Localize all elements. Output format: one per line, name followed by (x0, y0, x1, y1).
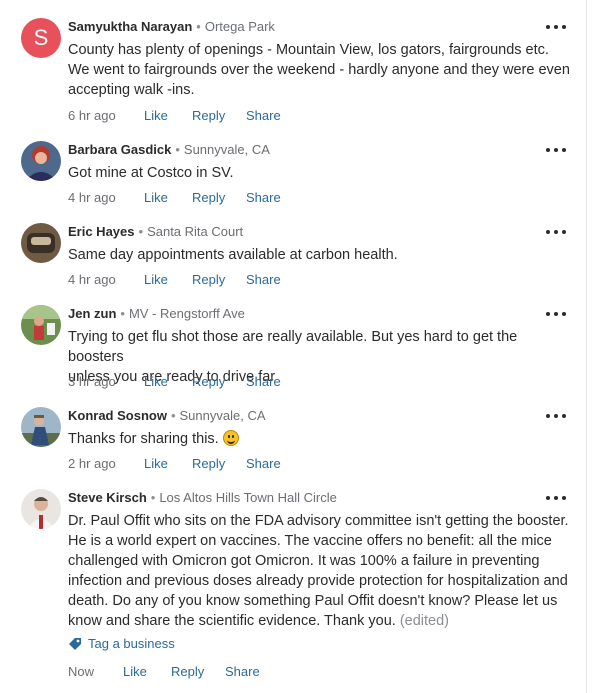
author-name[interactable]: Barbara Gasdick (68, 142, 171, 157)
more-options-icon[interactable] (546, 491, 566, 505)
like-button[interactable]: Like (144, 271, 168, 289)
avatar[interactable] (21, 141, 61, 181)
reply-button[interactable]: Reply (192, 455, 225, 473)
timestamp: 4 hr ago (68, 190, 116, 205)
more-options-icon[interactable] (546, 307, 566, 321)
tag-business-label: Tag a business (88, 636, 175, 651)
reply-button[interactable]: Reply (171, 663, 204, 681)
comment-header: Jen zun • MV - Rengstorff Ave (68, 305, 245, 323)
separator-dot: • (196, 19, 201, 34)
share-button[interactable]: Share (246, 373, 281, 391)
comment-text: Dr. Paul Offit who sits on the FDA advis… (68, 513, 569, 629)
more-options-icon[interactable] (546, 20, 566, 34)
timestamp: 6 hr ago (68, 108, 116, 123)
comment-text: Thanks for sharing this. (68, 429, 573, 449)
share-button[interactable]: Share (246, 455, 281, 473)
avatar[interactable] (21, 489, 61, 529)
smiley-emoji-icon (222, 430, 239, 446)
comment-actions: 4 hr ago Like Reply Share (68, 189, 281, 207)
timestamp: 3 hr ago (68, 374, 116, 389)
timestamp: 4 hr ago (68, 272, 116, 287)
separator-dot: • (170, 408, 176, 423)
share-button[interactable]: Share (246, 107, 281, 125)
like-button[interactable]: Like (144, 373, 168, 391)
reply-button[interactable]: Reply (192, 271, 225, 289)
comment-actions: 4 hr ago Like Reply Share (68, 271, 281, 289)
author-location[interactable]: Ortega Park (205, 19, 275, 34)
comment-actions: 6 hr ago Like Reply Share (68, 107, 281, 125)
timestamp: 2 hr ago (68, 456, 116, 471)
more-options-icon[interactable] (546, 143, 566, 157)
share-button[interactable]: Share (225, 663, 260, 681)
author-name[interactable]: Jen zun (68, 306, 116, 321)
comment-thread: S Samyuktha Narayan • Ortega Park County h… (0, 0, 587, 693)
avatar[interactable]: S (21, 18, 61, 58)
more-options-icon[interactable] (546, 225, 566, 239)
edited-label: (edited) (399, 613, 449, 629)
timestamp: Now (68, 664, 95, 679)
author-name[interactable]: Steve Kirsch (68, 490, 147, 505)
author-location[interactable]: Los Altos Hills Town Hall Circle (159, 490, 337, 505)
comment-header: Eric Hayes • Santa Rita Court (68, 223, 243, 241)
author-location[interactable]: Sunnyvale, CA (180, 408, 266, 423)
author-location[interactable]: MV - Rengstorff Ave (129, 306, 245, 321)
author-location[interactable]: Santa Rita Court (147, 224, 243, 239)
avatar[interactable] (21, 223, 61, 263)
separator-dot: • (150, 490, 156, 505)
author-location[interactable]: Sunnyvale, CA (184, 142, 270, 157)
comment-text: Got mine at Costco in SV. (68, 165, 234, 181)
more-options-icon[interactable] (546, 409, 566, 423)
like-button[interactable]: Like (144, 455, 168, 473)
comment-text: County has plenty of openings - Mountain… (68, 42, 570, 98)
comment-text: Same day appointments available at carbo… (68, 247, 398, 263)
separator-dot: • (138, 224, 144, 239)
like-button[interactable]: Like (123, 663, 147, 681)
comment-actions: 2 hr ago Like Reply Share (68, 455, 281, 473)
comment-header: Steve Kirsch • Los Altos Hills Town Hall C… (68, 489, 337, 507)
tag-business-link[interactable]: Tag a business (68, 635, 175, 653)
reply-button[interactable]: Reply (192, 107, 225, 125)
avatar[interactable] (21, 305, 61, 345)
like-button[interactable]: Like (144, 189, 168, 207)
comment-actions: 3 hr ago Like Reply Share (68, 373, 281, 391)
tag-icon (69, 638, 81, 650)
comment-header: Barbara Gasdick • Sunnyvale, CA (68, 141, 270, 159)
avatar[interactable] (21, 407, 61, 447)
share-button[interactable]: Share (246, 271, 281, 289)
like-button[interactable]: Like (144, 107, 168, 125)
reply-button[interactable]: Reply (192, 189, 225, 207)
comment-header: Konrad Sosnow • Sunnyvale, CA (68, 407, 266, 425)
author-name[interactable]: Konrad Sosnow (68, 408, 167, 423)
author-name[interactable]: Eric Hayes (68, 224, 135, 239)
separator-dot: • (120, 306, 125, 321)
comment-actions: Now Like Reply Share (68, 663, 260, 681)
share-button[interactable]: Share (246, 189, 281, 207)
separator-dot: • (175, 142, 180, 157)
comment-header: Samyuktha Narayan • Ortega Park (68, 18, 275, 36)
author-name[interactable]: Samyuktha Narayan (68, 19, 192, 34)
reply-button[interactable]: Reply (192, 373, 225, 391)
